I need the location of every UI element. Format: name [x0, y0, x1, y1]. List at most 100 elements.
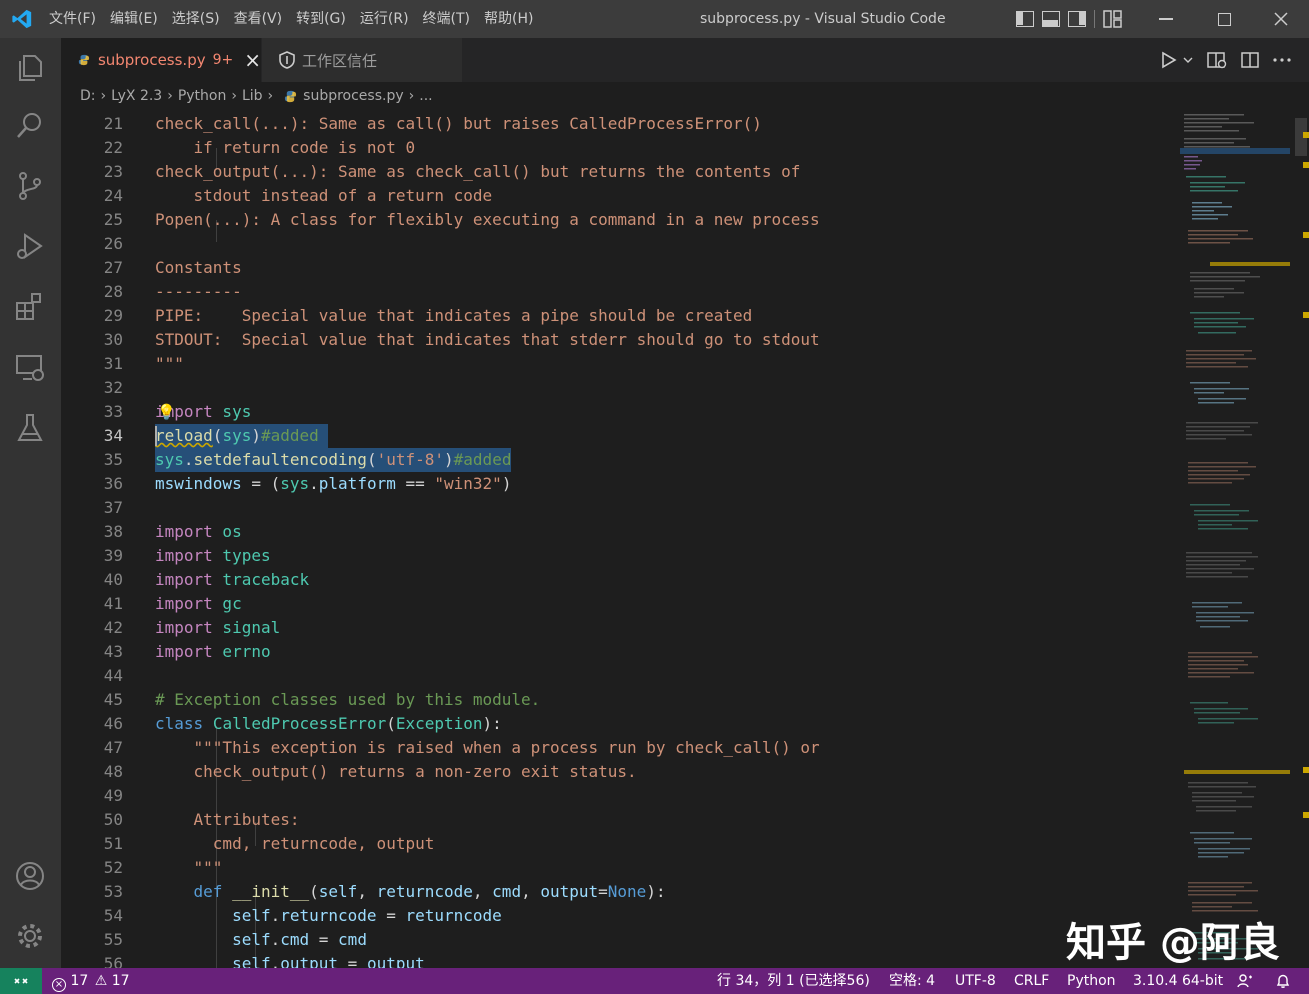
menu-selection[interactable]: 选择(S): [165, 0, 227, 38]
code-line: 55 self.cmd = cmd: [103, 930, 367, 949]
search-icon[interactable]: [14, 110, 46, 142]
code-line: 35 sys.setdefaultencoding('utf-8')#added: [61, 448, 1176, 472]
code-line: 27 Constants: [103, 258, 242, 277]
warning-count: 17: [111, 973, 130, 989]
breadcrumb-item[interactable]: Lib: [242, 88, 263, 104]
layout-controls: [1016, 9, 1123, 29]
python-file-icon: [285, 90, 297, 102]
shield-icon: [279, 51, 295, 69]
code-line: 23 check_output(...): Same as check_call(…: [103, 162, 801, 181]
menu-edit[interactable]: 编辑(E): [103, 0, 165, 38]
indentation[interactable]: 空格: 4: [889, 968, 935, 994]
remote-icon: [14, 978, 28, 984]
menu-help[interactable]: 帮助(H): [477, 0, 540, 38]
problem-count-badge: 9+: [212, 52, 234, 68]
text-cursor: [155, 426, 157, 446]
breadcrumb-item[interactable]: ...: [419, 88, 432, 104]
watermark: 知乎 @阿良: [1066, 920, 1280, 966]
lightbulb-icon[interactable]: 💡: [157, 400, 176, 424]
breadcrumb-item[interactable]: Python: [178, 88, 227, 104]
breadcrumb-item[interactable]: subprocess.py: [303, 88, 403, 104]
tab-close-icon[interactable]: ×: [244, 48, 261, 72]
more-actions-icon[interactable]: [1273, 57, 1291, 63]
split-editor-icon[interactable]: [1241, 51, 1259, 69]
run-python-file-icon[interactable]: [1161, 51, 1177, 69]
code-line: 32: [103, 378, 123, 397]
toggle-secondary-sidebar-icon[interactable]: [1068, 11, 1086, 27]
error-icon: ×: [52, 978, 66, 992]
encoding[interactable]: UTF-8: [955, 968, 996, 994]
tab-workspace-trust[interactable]: 工作区信任: [261, 38, 462, 82]
python-file-icon: [78, 54, 90, 66]
menu-file[interactable]: 文件(F): [42, 0, 103, 38]
menu-view[interactable]: 查看(V): [227, 0, 290, 38]
chevron-right-icon: ›: [167, 88, 173, 104]
maximize-button[interactable]: [1195, 0, 1253, 38]
editor-tabs: subprocess.py 9+ × 工作区信任: [61, 38, 1309, 82]
code-line: 40 import traceback: [103, 570, 310, 589]
menu-terminal[interactable]: 终端(T): [416, 0, 477, 38]
close-window-button[interactable]: [1252, 0, 1309, 38]
code-line: 49: [103, 786, 123, 805]
breadcrumb-item[interactable]: LyX 2.3: [111, 88, 162, 104]
problems-indicator[interactable]: × 17 ⚠ 17: [52, 968, 130, 994]
tab-label: subprocess.py: [97, 51, 206, 69]
code-line: 29 PIPE: Special value that indicates a p…: [103, 306, 753, 325]
chevron-right-icon: ›: [408, 88, 415, 104]
chevron-right-icon: ›: [267, 88, 274, 104]
code-line: 28 ---------: [103, 282, 242, 301]
code-line: 42 import signal: [103, 618, 281, 637]
activity-bar: [0, 38, 61, 968]
toggle-sidebar-icon[interactable]: [1016, 11, 1034, 27]
scroll-marker: [1303, 767, 1309, 773]
scroll-marker: [1303, 232, 1309, 238]
testing-icon[interactable]: [14, 412, 46, 444]
code-editor[interactable]: 21 check_call(...): Same as call() but ra…: [61, 112, 1176, 968]
code-line: 43 import errno: [103, 642, 271, 661]
minimap[interactable]: [1180, 112, 1290, 968]
code-line: 47 """This exception is raised when a pr…: [103, 738, 820, 757]
chevron-right-icon: ›: [231, 88, 237, 104]
notifications-bell-icon[interactable]: [1275, 973, 1291, 989]
open-changes-icon[interactable]: [1207, 51, 1227, 69]
account-icon[interactable]: [14, 860, 46, 892]
tab-subprocess-py[interactable]: subprocess.py 9+ ×: [61, 38, 261, 82]
feedback-icon[interactable]: [1237, 973, 1253, 989]
warning-icon: ⚠: [94, 973, 108, 989]
breadcrumb: D: › LyX 2.3 › Python › Lib › subprocess…: [61, 82, 1309, 110]
cursor-position[interactable]: 行 34，列 1 (已选择56): [717, 968, 870, 994]
toggle-panel-icon[interactable]: [1042, 11, 1060, 27]
title-bar: 文件(F) 编辑(E) 选择(S) 查看(V) 转到(G) 运行(R) 终端(T…: [0, 0, 1309, 38]
minimize-button[interactable]: [1137, 0, 1195, 38]
vertical-scrollbar[interactable]: [1293, 112, 1309, 968]
close-icon: [1274, 12, 1288, 26]
source-control-icon[interactable]: [14, 170, 46, 202]
code-line: 45 # Exception classes used by this modul…: [103, 690, 541, 709]
scroll-marker: [1303, 162, 1309, 168]
language-mode[interactable]: Python: [1067, 968, 1116, 994]
menu-go[interactable]: 转到(G): [289, 0, 353, 38]
end-of-line[interactable]: CRLF: [1014, 968, 1049, 994]
remote-explorer-icon[interactable]: [14, 352, 46, 384]
extensions-icon[interactable]: [14, 290, 46, 322]
tab-label: 工作区信任: [302, 51, 378, 70]
chevron-down-icon[interactable]: [1183, 56, 1193, 64]
code-line: 24 stdout instead of a return code: [103, 186, 493, 205]
code-line: 22 if return code is not 0: [103, 138, 416, 157]
code-line: 39 import types: [103, 546, 271, 565]
remote-indicator[interactable]: [0, 968, 42, 994]
gear-icon[interactable]: [14, 920, 46, 952]
customize-layout-icon[interactable]: [1103, 10, 1123, 28]
menu-run[interactable]: 运行(R): [353, 0, 416, 38]
code-line: 54 self.returncode = returncode: [103, 906, 502, 925]
editor-actions: [1161, 38, 1291, 82]
code-line: 37: [103, 498, 123, 517]
minimize-icon: [1159, 18, 1173, 20]
run-debug-icon[interactable]: [14, 230, 46, 262]
python-interpreter[interactable]: 3.10.4 64-bit: [1133, 968, 1223, 994]
code-line: 53 def __init__(self, returncode, cmd, o…: [103, 882, 666, 901]
explorer-icon[interactable]: [14, 52, 46, 84]
code-line: 48 check_output() returns a non-zero exi…: [103, 762, 637, 781]
breadcrumb-item[interactable]: D:: [80, 88, 96, 104]
maximize-icon: [1217, 12, 1231, 26]
